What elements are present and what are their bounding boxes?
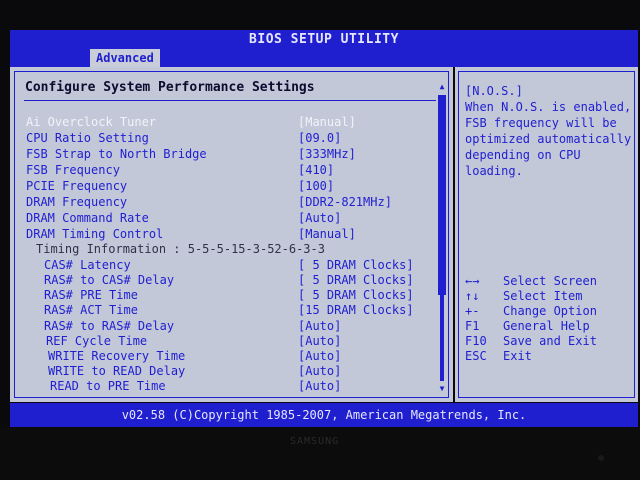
timing-ras-act-time[interactable]: RAS# ACT Time [15 DRAM Clocks] — [44, 302, 414, 318]
setting-value[interactable]: [Auto] — [298, 210, 341, 226]
timing-label: REF Cycle Time — [46, 334, 148, 348]
tab-advanced[interactable]: Advanced — [90, 49, 160, 67]
timing-label: CAS# Latency — [44, 258, 131, 272]
scroll-thumb[interactable] — [438, 95, 446, 295]
key-description: Select Screen — [503, 274, 597, 288]
key-label: F10 — [465, 334, 487, 348]
timing-label: READ to PRE Time — [50, 379, 166, 393]
setting-ai-overclock-tuner[interactable]: Ai Overclock Tuner [Manual] — [26, 114, 356, 130]
tab-bar: Advanced — [10, 49, 638, 67]
timing-value[interactable]: [Auto] — [298, 348, 341, 364]
setting-dram-frequency[interactable]: DRAM Frequency [DDR2-821MHz] — [26, 194, 392, 210]
timing-value[interactable]: [Auto] — [298, 318, 341, 334]
key-legend: ←→ Select Screen ↑↓ Select Item +- Chang… — [465, 274, 635, 364]
setting-label: DRAM Timing Control — [26, 227, 164, 241]
timing-value[interactable]: [ 5 DRAM Clocks] — [298, 272, 414, 288]
scrollbar[interactable]: ▲ ▼ — [438, 83, 446, 393]
key-label: +- — [465, 304, 480, 318]
timing-ras-pre-time[interactable]: RAS# PRE Time [ 5 DRAM Clocks] — [44, 287, 414, 303]
setting-value[interactable]: [Manual] — [298, 226, 356, 242]
timing-information: Timing Information : 5-5-5-15-3-52-6-3-3 — [36, 242, 325, 256]
setting-label: Ai Overclock Tuner — [26, 115, 157, 129]
setting-value[interactable]: [09.0] — [298, 130, 341, 146]
key-description: Exit — [503, 349, 532, 363]
setting-dram-command-rate[interactable]: DRAM Command Rate [Auto] — [26, 210, 341, 226]
timing-read-to-pre[interactable]: READ to PRE Time [Auto] — [50, 378, 341, 394]
key-label: F1 — [465, 319, 480, 333]
setting-label: DRAM Command Rate — [26, 211, 149, 225]
help-text: [N.O.S.] When N.O.S. is enabled, FSB fre… — [465, 84, 632, 178]
bios-title-bar: BIOS SETUP UTILITY — [10, 30, 638, 49]
key-description: Change Option — [503, 304, 597, 318]
timing-label: WRITE to READ Delay — [48, 364, 186, 378]
section-title: Configure System Performance Settings — [25, 80, 315, 95]
timing-label: RAS# to CAS# Delay — [44, 273, 175, 287]
setting-fsb-strap[interactable]: FSB Strap to North Bridge [333MHz] — [26, 146, 356, 162]
key-save-exit: F10 Save and Exit — [465, 334, 635, 349]
timing-label: RAS# PRE Time — [44, 288, 138, 302]
timing-cas-latency[interactable]: CAS# Latency [ 5 DRAM Clocks] — [44, 257, 414, 273]
setting-label: CPU Ratio Setting — [26, 131, 149, 145]
setting-fsb-frequency[interactable]: FSB Frequency [410] — [26, 162, 334, 178]
timing-ras-to-ras[interactable]: RAS# to RAS# Delay [Auto] — [44, 318, 341, 334]
arrow-up-down-icon: ↑↓ — [465, 289, 480, 303]
copyright-footer: v02.58 (C)Copyright 1985-2007, American … — [10, 403, 638, 427]
scroll-up-arrow-icon[interactable]: ▲ — [438, 83, 446, 91]
settings-panel: Configure System Performance Settings Ai… — [10, 67, 453, 402]
key-description: General Help — [503, 319, 590, 333]
setting-label: DRAM Frequency — [26, 195, 128, 209]
timing-label: RAS# to RAS# Delay — [44, 319, 175, 333]
timing-value[interactable]: [Auto] — [298, 333, 341, 349]
key-exit: ESC Exit — [465, 349, 635, 364]
section-separator — [24, 100, 436, 101]
bios-screen: BIOS SETUP UTILITY Advanced Configure Sy… — [0, 0, 640, 480]
timing-ras-to-cas[interactable]: RAS# to CAS# Delay [ 5 DRAM Clocks] — [44, 272, 414, 288]
key-description: Save and Exit — [503, 334, 597, 348]
setting-value[interactable]: [333MHz] — [298, 146, 356, 162]
timing-value[interactable]: [ 5 DRAM Clocks] — [298, 287, 414, 303]
monitor-bezel — [0, 427, 640, 480]
timing-label: RAS# ACT Time — [44, 303, 138, 317]
setting-value[interactable]: [410] — [298, 162, 334, 178]
setting-value[interactable]: [Manual] — [298, 114, 356, 130]
setting-cpu-ratio[interactable]: CPU Ratio Setting [09.0] — [26, 130, 341, 146]
monitor-brand-logo: SAMSUNG — [290, 436, 340, 447]
setting-label: PCIE Frequency — [26, 179, 128, 193]
key-description: Select Item — [503, 289, 583, 303]
setting-label: FSB Frequency — [26, 163, 120, 177]
setting-dram-timing-control[interactable]: DRAM Timing Control [Manual] — [26, 226, 356, 242]
timing-value[interactable]: [ 5 DRAM Clocks] — [298, 257, 414, 273]
key-general-help: F1 General Help — [465, 319, 635, 334]
timing-value[interactable]: [Auto] — [298, 363, 341, 379]
help-panel: [N.O.S.] When N.O.S. is enabled, FSB fre… — [455, 67, 638, 402]
key-label: ESC — [465, 349, 487, 363]
key-change-option: +- Change Option — [465, 304, 635, 319]
setting-pcie-frequency[interactable]: PCIE Frequency [100] — [26, 178, 334, 194]
setting-label: FSB Strap to North Bridge — [26, 147, 207, 161]
timing-write-recovery[interactable]: WRITE Recovery Time [Auto] — [48, 348, 341, 364]
timing-value[interactable]: [15 DRAM Clocks] — [298, 302, 414, 318]
arrow-left-right-icon: ←→ — [465, 274, 480, 288]
power-led-icon — [598, 455, 604, 461]
timing-write-to-read[interactable]: WRITE to READ Delay [Auto] — [48, 363, 341, 379]
key-select-screen: ←→ Select Screen — [465, 274, 635, 289]
setting-value[interactable]: [100] — [298, 178, 334, 194]
setting-value[interactable]: [DDR2-821MHz] — [298, 194, 392, 210]
key-select-item: ↑↓ Select Item — [465, 289, 635, 304]
timing-value[interactable]: [Auto] — [298, 378, 341, 394]
timing-ref-cycle[interactable]: REF Cycle Time [Auto] — [46, 333, 341, 349]
scroll-down-arrow-icon[interactable]: ▼ — [438, 385, 446, 393]
timing-label: WRITE Recovery Time — [48, 349, 186, 363]
